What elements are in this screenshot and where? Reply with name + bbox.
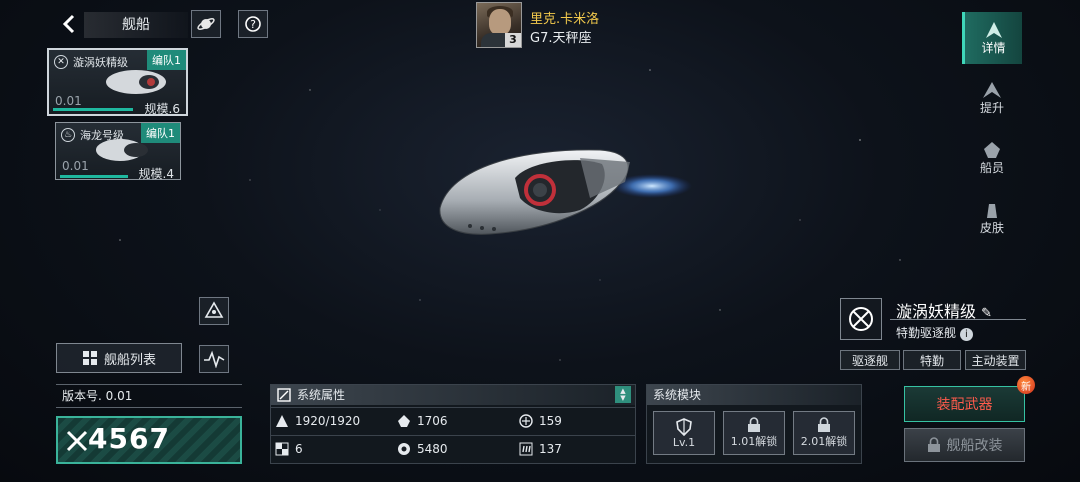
tab-label: 皮肤 — [979, 220, 1004, 235]
lock-icon — [927, 437, 940, 452]
help-button[interactable]: ? — [238, 10, 268, 38]
tag-active-device[interactable]: 主动装置 — [965, 350, 1026, 370]
speed-icon — [519, 442, 533, 455]
commander-rank: G7.天秤座 — [530, 31, 592, 46]
grid-icon — [82, 351, 97, 365]
planet-icon — [197, 18, 215, 30]
ship-card-value: 0.01 — [62, 159, 89, 173]
ship-thumbnail — [106, 70, 166, 94]
lock-icon — [748, 417, 760, 432]
toggle-attributes-button[interactable]: ▲ ▼ — [615, 386, 631, 403]
crossed-swords-icon — [66, 430, 88, 452]
crew-icon — [984, 141, 1000, 158]
divider — [890, 319, 1026, 320]
details-icon — [985, 21, 1002, 38]
stat-value: 1706 — [417, 413, 448, 428]
formation-button[interactable] — [199, 297, 229, 325]
ship-type-text: 特勤驱逐舰 — [896, 326, 957, 340]
ship-model[interactable] — [430, 138, 700, 258]
ship-card-progress — [60, 175, 128, 178]
module-label: 2.01解锁 — [800, 435, 848, 448]
question-icon: ? — [245, 16, 261, 32]
attributes-header: 系统属性 ▲ ▼ — [271, 385, 635, 405]
power-value: 4567 — [88, 422, 170, 455]
svg-text:?: ? — [250, 18, 256, 31]
system-modules-panel: 系统模块 Lv.1 1.01解锁 2.01解锁 — [646, 384, 862, 464]
stat-value: 5480 — [417, 441, 448, 456]
stat-energy: 5480 — [393, 435, 515, 461]
version-label: 版本号. 0.01 — [56, 384, 242, 408]
energy-icon — [398, 442, 410, 455]
tag-destroyer[interactable]: 驱逐舰 — [840, 350, 900, 370]
attributes-icon — [277, 388, 291, 402]
skin-icon — [987, 203, 997, 218]
stat-checker: 6 — [271, 435, 393, 461]
ship-card-2[interactable]: ♨ 海龙号级 编队1 0.01 规模.4 — [55, 122, 181, 181]
vortex-icon — [849, 307, 873, 331]
tab-details[interactable]: 详情 — [962, 12, 1022, 64]
hull-icon — [276, 414, 288, 427]
lock-icon — [818, 417, 830, 432]
ship-class-emblem — [840, 298, 882, 340]
modules-header: 系统模块 — [647, 385, 861, 405]
ship-card-value: 0.01 — [55, 94, 82, 108]
stat-value: 6 — [295, 441, 303, 456]
tab-label: 船员 — [979, 160, 1004, 175]
module-slot-2[interactable]: 1.01解锁 — [723, 411, 785, 455]
chevron-left-icon — [62, 14, 75, 34]
stat-shield: 159 — [515, 407, 635, 433]
module-slot-3[interactable]: 2.01解锁 — [793, 411, 855, 455]
stats-chart-button[interactable] — [199, 345, 229, 373]
formation-icon — [204, 301, 224, 318]
commander-name: 里克.卡米洛 — [530, 12, 600, 27]
tab-skin[interactable]: 皮肤 — [962, 192, 1022, 244]
ship-list-button[interactable]: 舰船列表 — [56, 343, 182, 373]
power-box: 4567 — [56, 416, 242, 464]
ship-card-progress — [53, 108, 133, 111]
commander-info[interactable]: 3 里克.卡米洛 G7.天秤座 — [476, 2, 776, 48]
stat-speed: 137 — [515, 435, 635, 461]
stat-hull: 1920/1920 — [271, 407, 393, 433]
new-badge: 新 — [1017, 376, 1035, 394]
equip-weapon-button[interactable]: 装配武器 — [904, 386, 1025, 422]
stat-value: 159 — [539, 413, 562, 428]
checker-icon — [275, 442, 289, 455]
tab-crew[interactable]: 船员 — [962, 132, 1022, 184]
flame-icon: ♨ — [61, 128, 75, 142]
stat-armor: 1706 — [393, 407, 515, 433]
commander-level-badge: 3 — [505, 33, 521, 47]
tab-label: 详情 — [981, 40, 1006, 55]
page-title: 舰船 — [84, 12, 188, 38]
ship-type: 特勤驱逐舰 i — [896, 324, 973, 341]
module-slot-1[interactable]: Lv.1 — [653, 411, 715, 455]
shield-icon — [519, 413, 533, 428]
ship-thumbnail — [96, 139, 148, 161]
ship-card-1[interactable]: ✕ 漩涡妖精级 编队1 0.01 规模.6 — [47, 48, 188, 116]
module-label: Lv.1 — [672, 435, 696, 449]
tab-upgrade[interactable]: 提升 — [962, 72, 1022, 124]
ship-card-size: 规模.4 — [138, 167, 174, 181]
stat-value: 137 — [539, 441, 562, 456]
armor-icon — [398, 414, 410, 427]
attributes-title: 系统属性 — [297, 388, 346, 402]
avatar: 3 — [476, 2, 522, 48]
stat-value: 1920/1920 — [295, 413, 361, 428]
ship-modify-label: 舰船改装 — [946, 438, 1003, 454]
vortex-icon: ✕ — [54, 55, 68, 69]
back-button[interactable] — [56, 10, 82, 38]
tag-special[interactable]: 特勤 — [903, 350, 961, 370]
ship-modify-button[interactable]: 舰船改装 — [904, 428, 1025, 462]
ship-card-size: 规模.6 — [144, 102, 180, 116]
system-attributes-panel: 系统属性 ▲ ▼ 1920/1920 1706 159 6 5480 137 — [270, 384, 636, 464]
tab-label: 提升 — [979, 100, 1004, 115]
wave-icon — [204, 350, 225, 368]
module-label: 1.01解锁 — [730, 435, 778, 448]
upgrade-icon — [983, 81, 1001, 98]
planet-button[interactable] — [191, 10, 221, 38]
info-icon[interactable]: i — [959, 328, 973, 341]
shield-module-icon — [676, 417, 692, 436]
ship-list-label: 舰船列表 — [103, 352, 156, 368]
